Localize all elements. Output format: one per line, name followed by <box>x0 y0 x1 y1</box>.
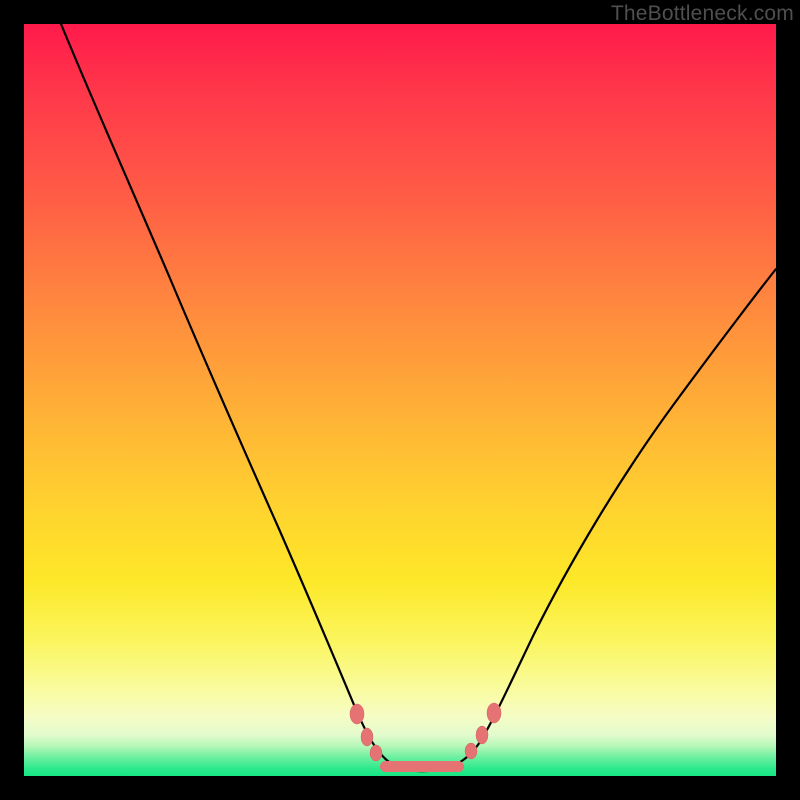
bottleneck-chart <box>24 24 776 776</box>
marker-bead-right-1 <box>465 743 477 759</box>
marker-bead-left-1 <box>350 704 364 724</box>
marker-bead-left-3 <box>370 745 382 761</box>
marker-bead-right-2 <box>476 726 488 744</box>
watermark-text: TheBottleneck.com <box>611 2 794 26</box>
outer-frame: TheBottleneck.com <box>0 0 800 800</box>
marker-bead-left-2 <box>361 728 373 746</box>
valley-floor-marker <box>380 761 464 772</box>
marker-bead-right-3 <box>487 703 501 723</box>
plot-area <box>24 24 776 776</box>
bottleneck-curve-path <box>61 24 776 771</box>
